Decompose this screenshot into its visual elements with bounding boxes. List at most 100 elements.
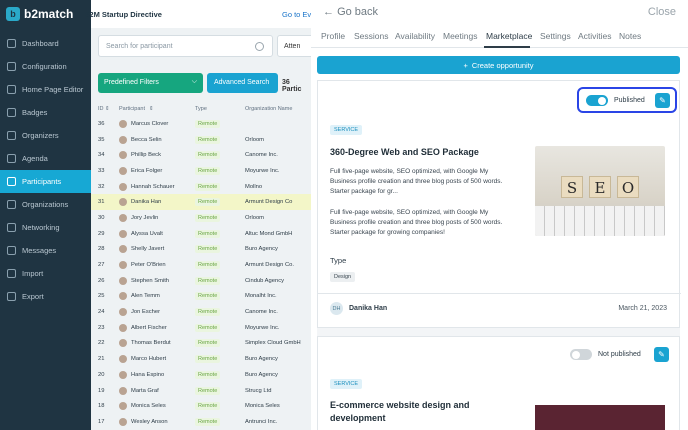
sidebar-item-home-page-editor[interactable]: Home Page Editor	[0, 78, 91, 101]
published-toggle[interactable]	[586, 95, 608, 106]
table-row[interactable]: 18 Monica Seles Remote Monica Seles	[91, 398, 311, 414]
edit-button[interactable]: ✎	[655, 93, 670, 108]
row-participant[interactable]: Becca Selin	[119, 135, 195, 144]
sidebar-item-configuration[interactable]: Configuration	[0, 55, 91, 78]
tab-marketplace[interactable]: Marketplace	[486, 31, 532, 41]
remote-badge: Remote	[195, 151, 221, 160]
header-participant[interactable]: Participant ⇕	[119, 106, 195, 112]
sidebar-item-networking[interactable]: Networking	[0, 216, 91, 239]
sidebar-item-export[interactable]: Export	[0, 285, 91, 308]
table-row[interactable]: 25 Alen Temm Remote Monalht Inc.	[91, 289, 311, 305]
row-participant[interactable]: Albert Fischer	[119, 323, 195, 332]
avatar	[119, 386, 127, 395]
search-icon	[255, 42, 264, 51]
search-input[interactable]: Search for participant	[98, 35, 273, 57]
table-row[interactable]: 19 Marta Graf Remote Strucg Ltd	[91, 383, 311, 399]
table-row[interactable]: 35 Becca Selin Remote Orloom	[91, 132, 311, 148]
row-participant[interactable]: Shelly Javert	[119, 245, 195, 254]
row-participant[interactable]: Wesley Anson	[119, 417, 195, 426]
row-participant[interactable]: Stephen Smith	[119, 276, 195, 285]
row-participant[interactable]: Alyssa Uvalt	[119, 229, 195, 238]
sidebar-item-participants[interactable]: Participants	[0, 170, 91, 193]
tab-activities[interactable]: Activities	[578, 31, 612, 41]
row-participant[interactable]: Monica Seles	[119, 402, 195, 411]
row-type: Remote	[195, 166, 235, 175]
table-row[interactable]: 27 Peter O'Brien Remote Armunt Design Co.	[91, 257, 311, 273]
sidebar-item-label: Networking	[22, 223, 60, 232]
row-participant[interactable]: Marcus Clover	[119, 119, 195, 128]
remote-badge: Remote	[195, 402, 221, 411]
logo[interactable]: b b2match	[0, 0, 91, 28]
sidebar-item-dashboard[interactable]: Dashboard	[0, 32, 91, 55]
sidebar-item-organizers[interactable]: Organizers	[0, 124, 91, 147]
opportunity-card: Published ✎ SERVICE 360-Degree Web and S…	[317, 80, 681, 328]
row-type: Remote	[195, 182, 235, 191]
row-participant[interactable]: Phillip Beck	[119, 151, 195, 160]
tab-profile[interactable]: Profile	[321, 31, 345, 41]
participant-name: Monica Seles	[131, 403, 166, 410]
row-organization: Cindub Agency	[245, 277, 284, 284]
seo-tile: S	[561, 176, 583, 198]
row-participant[interactable]: Thomas Berdut	[119, 339, 195, 348]
edit-button[interactable]: ✎	[654, 347, 669, 362]
table-row[interactable]: 20 Hana Espino Remote Buro Agency	[91, 367, 311, 383]
tab-sessions[interactable]: Sessions	[354, 31, 389, 41]
row-participant[interactable]: Jon Escher	[119, 308, 195, 317]
row-participant[interactable]: Danika Han	[119, 198, 195, 207]
table-row[interactable]: 21 Marco Hubert Remote Buro Agency	[91, 351, 311, 367]
sidebar-item-organizations[interactable]: Organizations	[0, 193, 91, 216]
sidebar-item-badges[interactable]: Badges	[0, 101, 91, 124]
row-participant[interactable]: Hana Espino	[119, 370, 195, 379]
tab-settings[interactable]: Settings	[540, 31, 571, 41]
sidebar-item-messages[interactable]: Messages	[0, 239, 91, 262]
table-row[interactable]: 34 Phillip Beck Remote Canome Inc.	[91, 147, 311, 163]
row-id: 26	[98, 277, 105, 284]
participant-name: Albert Fischer	[131, 324, 167, 331]
table-row[interactable]: 32 Hannah Schauer Remote Mollno	[91, 179, 311, 195]
opportunity-title[interactable]: 360-Degree Web and SEO Package	[330, 147, 479, 157]
sidebar-item-label: Organizers	[22, 131, 59, 140]
row-type: Remote	[195, 323, 235, 332]
row-participant[interactable]: Marco Hubert	[119, 355, 195, 364]
table-row[interactable]: 26 Stephen Smith Remote Cindub Agency	[91, 273, 311, 289]
participant-name: Stephen Smith	[131, 277, 170, 284]
sidebar-item-label: Messages	[22, 246, 57, 255]
table-row[interactable]: 30 Jory Jevlin Remote Orloom	[91, 210, 311, 226]
tab-availability[interactable]: Availability	[395, 31, 435, 41]
advanced-search-button[interactable]: Advanced Search	[207, 73, 278, 93]
header-id[interactable]: ID ⇕	[91, 106, 119, 112]
table-row[interactable]: 31 Danika Han Remote Armunt Design Co	[91, 194, 311, 211]
table-row[interactable]: 33 Erica Folger Remote Moyurwe Inc.	[91, 163, 311, 179]
row-id: 31	[98, 199, 105, 206]
table-row[interactable]: 28 Shelly Javert Remote Buro Agency	[91, 242, 311, 258]
go-back-button[interactable]: ← Go back	[323, 6, 378, 18]
go-to-event-link[interactable]: Go to Ev	[282, 10, 311, 19]
row-participant[interactable]: Alen Temm	[119, 292, 195, 301]
create-opportunity-button[interactable]: + Create opportunity	[317, 56, 680, 74]
sidebar-item-import[interactable]: Import	[0, 262, 91, 285]
close-button[interactable]: Close	[648, 6, 676, 18]
table-row[interactable]: 23 Albert Fischer Remote Moyurwe Inc.	[91, 320, 311, 336]
tab-notes[interactable]: Notes	[619, 31, 641, 41]
remote-badge: Remote	[195, 370, 221, 379]
sidebar-item-agenda[interactable]: Agenda	[0, 147, 91, 170]
opportunity-title[interactable]: E-commerce website design and developmen…	[330, 399, 510, 425]
participants-table: ID ⇕ Participant ⇕ Type Organization Nam…	[91, 102, 311, 430]
participant-name: Shelly Javert	[131, 246, 165, 253]
predefined-filters-select[interactable]: Predefined Filters ⌵	[98, 73, 203, 93]
participant-name: Thomas Berdut	[131, 340, 171, 347]
table-row[interactable]: 17 Wesley Anson Remote Antrunci Inc.	[91, 414, 311, 430]
row-participant[interactable]: Erica Folger	[119, 166, 195, 175]
participant-name: Hannah Schauer	[131, 183, 175, 190]
tab-meetings[interactable]: Meetings	[443, 31, 478, 41]
row-participant[interactable]: Hannah Schauer	[119, 182, 195, 191]
row-participant[interactable]: Marta Graf	[119, 386, 195, 395]
table-row[interactable]: 29 Alyssa Uvalt Remote Altuc Mond GmbH	[91, 226, 311, 242]
row-participant[interactable]: Jory Jevlin	[119, 213, 195, 222]
row-organization: Monalht Inc.	[245, 293, 277, 300]
row-participant[interactable]: Peter O'Brien	[119, 261, 195, 270]
table-row[interactable]: 24 Jon Escher Remote Canome Inc.	[91, 304, 311, 320]
table-row[interactable]: 36 Marcus Clover Remote	[91, 116, 311, 132]
table-row[interactable]: 22 Thomas Berdut Remote Simplex Cloud GmbH	[91, 336, 311, 352]
not-published-toggle[interactable]	[570, 349, 592, 360]
